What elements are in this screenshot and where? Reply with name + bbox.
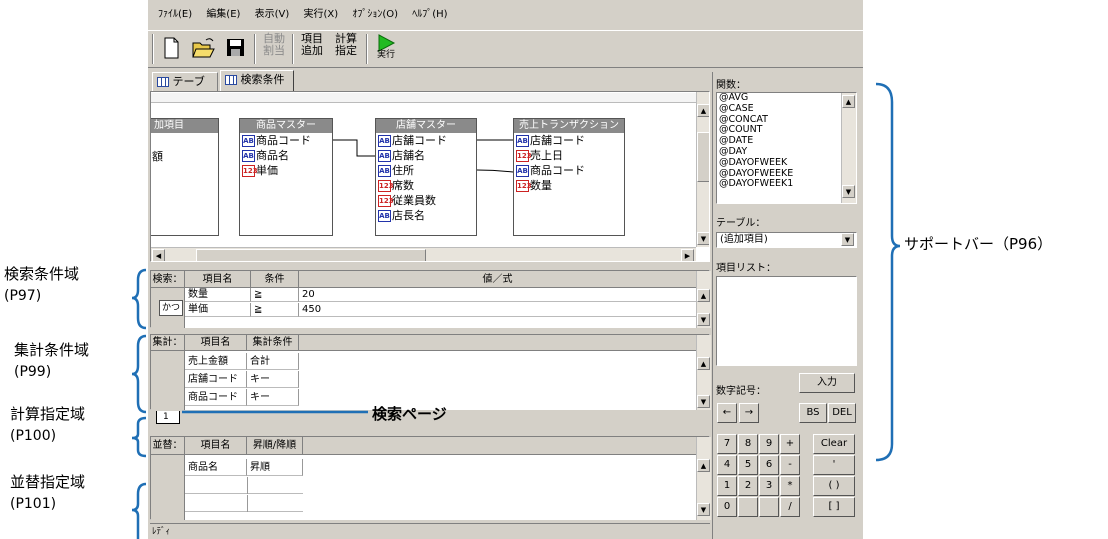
- annotation-braces: [131, 82, 901, 539]
